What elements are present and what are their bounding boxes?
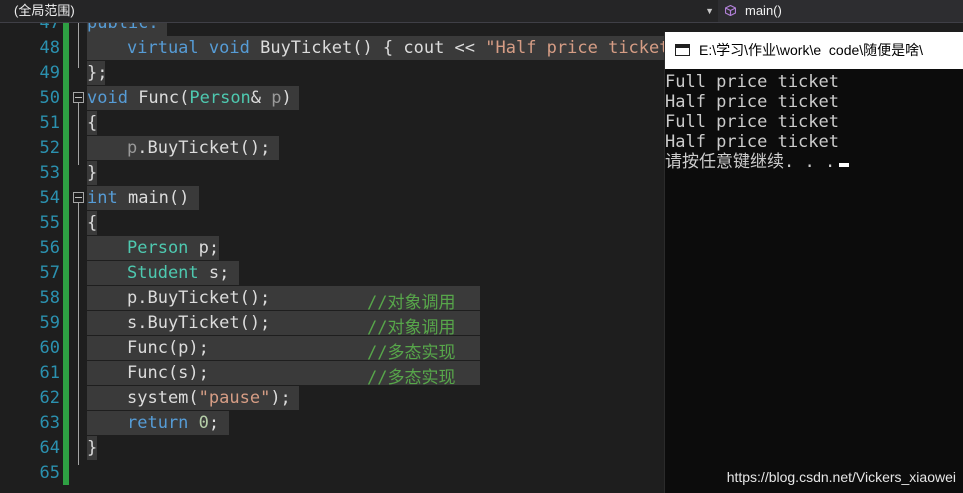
keyword: void xyxy=(208,38,250,58)
outline-guide xyxy=(78,23,79,68)
line-number: 53 xyxy=(39,163,60,183)
line-number: 52 xyxy=(39,138,60,158)
line-number: 61 xyxy=(39,363,60,383)
output-line: Half price ticket xyxy=(665,92,839,112)
watermark: https://blog.csdn.net/Vickers_xiaowei xyxy=(726,469,956,485)
string-literal: "Half price ticket" xyxy=(485,38,664,58)
navigation-bar: (全局范围) ▼ main() xyxy=(0,0,963,23)
member-dropdown[interactable]: main() xyxy=(719,0,963,22)
line-number: 59 xyxy=(39,313,60,333)
line-number: 54 xyxy=(39,188,60,208)
keyword: virtual xyxy=(127,38,199,58)
line-number: 48 xyxy=(39,38,60,58)
pause-prompt: 请按任意键继续. . . xyxy=(665,152,836,172)
method-cube-icon xyxy=(725,5,736,16)
type-name: Person xyxy=(127,238,189,258)
number-literal: 0 xyxy=(188,413,209,433)
console-window[interactable]: E:\学习\作业\work\e code\随便是啥\ Full price ti… xyxy=(664,32,963,493)
line-number: 64 xyxy=(39,438,60,458)
code-line-48: virtual void BuyTicket() { cout << "Half… xyxy=(127,38,664,58)
scope-dropdown[interactable]: (全局范围) ▼ xyxy=(0,0,718,22)
code-text: .BuyTicket(); xyxy=(137,138,271,158)
code-line-61: Func(s); xyxy=(127,363,209,383)
line-number: 47 xyxy=(39,23,60,33)
output-line-prompt: 请按任意键继续. . . xyxy=(665,152,850,172)
code-line-60: Func(p); xyxy=(127,338,209,358)
code-comment: //对象调用 xyxy=(367,293,456,313)
text-cursor xyxy=(839,163,850,167)
keyword: return xyxy=(127,413,189,433)
code-text: p; xyxy=(188,238,220,258)
console-title-bar[interactable]: E:\学习\作业\work\e code\随便是啥\ xyxy=(665,32,963,69)
code-line-59: s.BuyTicket(); xyxy=(127,313,271,333)
console-title: E:\学习\作业\work\e code\随便是啥\ xyxy=(699,42,924,58)
code-line-64: } xyxy=(87,438,98,458)
collapse-icon[interactable] xyxy=(73,92,84,103)
console-output: Full price ticket Half price ticket Full… xyxy=(665,69,963,493)
line-number: 65 xyxy=(39,463,60,483)
line-number: 49 xyxy=(39,63,60,83)
line-number: 58 xyxy=(39,288,60,308)
line-number: 62 xyxy=(39,388,60,408)
code-line-55: { xyxy=(87,213,98,233)
code-text: s; xyxy=(198,263,230,283)
line-number: 56 xyxy=(39,238,60,258)
line-number: 63 xyxy=(39,413,60,433)
code-line-49: }; xyxy=(87,63,108,83)
code-line-53: } xyxy=(87,163,98,183)
line-number: 50 xyxy=(39,88,60,108)
member-label: main() xyxy=(745,3,782,18)
parameter: p xyxy=(127,138,138,158)
code-line-58: p.BuyTicket(); xyxy=(127,288,271,308)
output-line: Full price ticket xyxy=(665,112,839,132)
line-number: 55 xyxy=(39,213,60,233)
code-text: BuyTicket() { cout << xyxy=(249,38,486,58)
outline-guide xyxy=(78,103,79,165)
line-number: 57 xyxy=(39,263,60,283)
keyword: void xyxy=(87,88,128,108)
code-line-62: system("pause"); xyxy=(127,388,291,408)
type-name: Person xyxy=(189,88,251,108)
code-comment: //多态实现 xyxy=(367,368,456,388)
code-line-52: p.BuyTicket(); xyxy=(127,138,270,158)
line-number: 51 xyxy=(39,113,60,133)
keyword: int xyxy=(87,188,118,208)
code-line-47: public: xyxy=(87,23,159,33)
console-window-icon xyxy=(675,44,690,56)
code-comment: //多态实现 xyxy=(367,343,456,363)
code-line-56: Person p; xyxy=(127,238,219,258)
code-line-50: void Func(Person& p) xyxy=(87,88,292,108)
chevron-down-icon: ▼ xyxy=(705,6,714,16)
code-text: ) xyxy=(281,88,292,108)
output-line: Half price ticket xyxy=(665,132,839,152)
code-text: system( xyxy=(127,388,199,408)
code-text: main() xyxy=(117,188,190,208)
code-editor[interactable]: 47 48 49 50 51 52 53 54 55 56 57 58 59 6… xyxy=(0,23,664,493)
change-indicator-bar xyxy=(63,23,69,485)
type-name: Student xyxy=(127,263,199,283)
line-number: 60 xyxy=(39,338,60,358)
collapse-icon[interactable] xyxy=(73,192,84,203)
parameter: p xyxy=(271,88,282,108)
code-comment: //对象调用 xyxy=(367,318,456,338)
code-text: ); xyxy=(270,388,291,408)
scope-label: (全局范围) xyxy=(14,3,75,18)
code-line-54: int main() xyxy=(87,188,189,208)
code-text: ; xyxy=(208,413,220,433)
code-line-63: return 0; xyxy=(127,413,219,433)
outline-guide xyxy=(78,203,79,465)
output-line: Full price ticket xyxy=(665,72,839,92)
code-line-51: { xyxy=(87,113,98,133)
string-literal: "pause" xyxy=(198,388,271,408)
code-text: & xyxy=(250,88,272,108)
code-text: Func( xyxy=(127,88,190,108)
code-line-57: Student s; xyxy=(127,263,229,283)
